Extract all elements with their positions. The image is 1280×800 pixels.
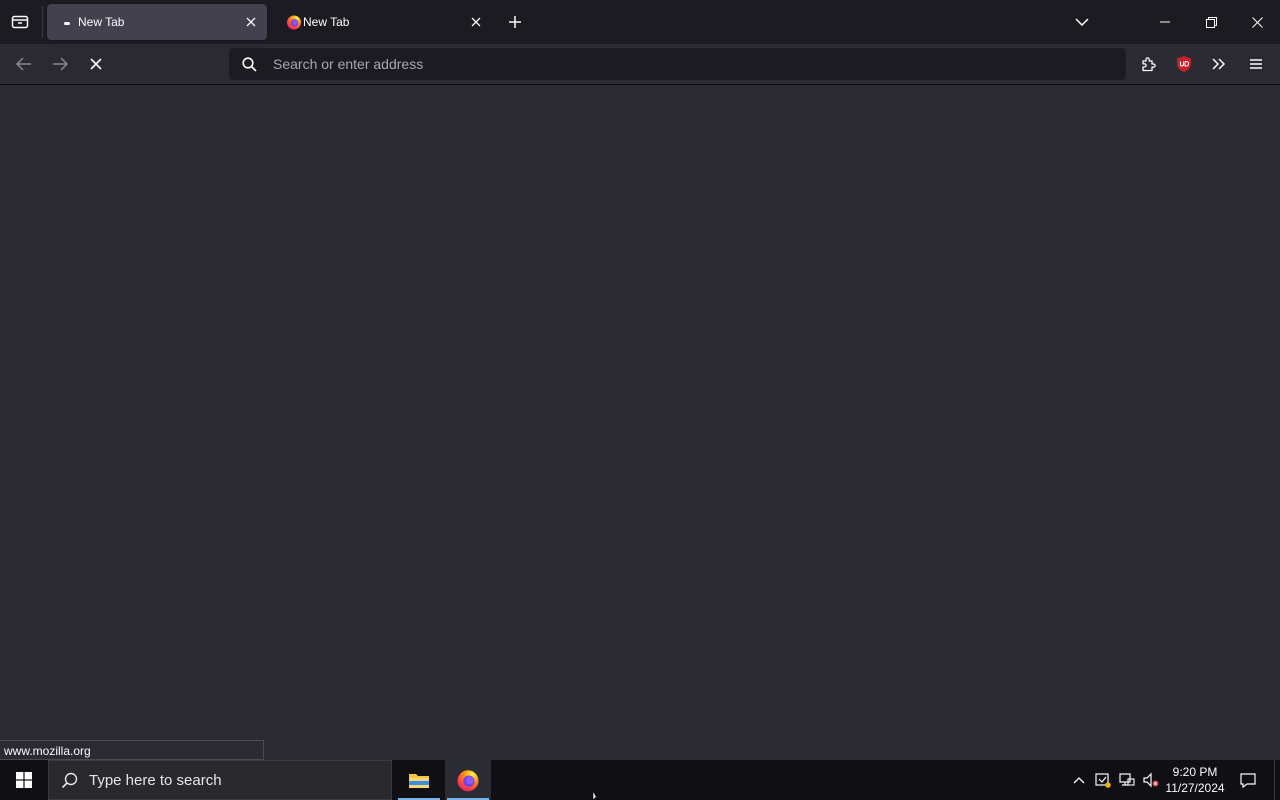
tab-label: New Tab [303,15,350,29]
restore-button[interactable] [1188,0,1234,44]
taskbar-search-box[interactable]: Type here to search [48,760,392,800]
chevron-down-icon [1075,18,1089,26]
forward-arrow-icon [53,57,68,71]
show-desktop-button[interactable] [1274,760,1280,800]
stop-icon [90,58,102,70]
folder-icon [409,774,429,788]
new-tab-button[interactable] [502,10,528,34]
close-icon [1251,16,1263,28]
minimize-button[interactable] [1142,0,1188,44]
close-window-button[interactable] [1234,0,1280,44]
puzzle-icon [1142,57,1156,72]
chevron-double-right-icon [1212,58,1226,70]
shield-warning-icon [1095,773,1111,788]
search-icon [61,772,78,789]
close-icon [471,17,481,27]
tab-new-tab-active[interactable]: New Tab [47,4,267,40]
volume-muted-icon [1143,772,1159,788]
taskbar-firefox[interactable] [445,760,491,800]
ublock-origin-icon [1177,56,1191,72]
tab-strip: New Tab New Tab [0,0,1280,44]
tray-network-icon-button[interactable] [1116,760,1138,800]
stop-button[interactable] [82,50,110,78]
start-button[interactable] [0,760,48,800]
forward-button[interactable] [46,50,74,78]
taskbar-search-placeholder: Type here to search [89,772,222,789]
restore-icon [1205,16,1217,28]
firefox-view-icon [11,15,29,29]
list-all-tabs-button[interactable] [1068,10,1096,34]
address-input[interactable] [273,48,1113,80]
plus-icon [509,16,521,28]
tab-strip-separator [42,6,43,38]
firefox-icon [457,770,479,792]
windows-logo-icon [16,772,32,788]
tray-volume-icon-button[interactable] [1140,760,1162,800]
tray-security-icon-button[interactable] [1092,760,1114,800]
clock-date: 11/27/2024 [1165,781,1225,795]
clock-time: 9:20 PM [1172,765,1218,779]
tab-new-tab[interactable]: New Tab [272,4,492,40]
taskbar-clock[interactable]: 9:20 PM 11/27/2024 [1162,764,1228,796]
show-hidden-icons-button[interactable] [1068,760,1090,800]
close-icon [246,17,256,27]
app-menu-button[interactable] [1242,50,1270,78]
address-bar[interactable] [229,48,1126,80]
hamburger-menu-icon [1250,59,1262,69]
firefox-view-button[interactable] [8,11,32,33]
mouse-cursor-icon [592,791,599,800]
tab-close-button[interactable] [466,12,486,32]
extensions-button[interactable] [1135,50,1163,78]
tab-loading-icon [64,22,70,25]
ublock-origin-button[interactable] [1170,50,1198,78]
page-content [0,85,1280,760]
overflow-menu-button[interactable] [1205,50,1233,78]
search-icon [242,57,257,72]
action-center-button[interactable] [1236,760,1260,800]
minimize-icon [1160,21,1170,23]
back-arrow-icon [16,57,31,71]
tab-close-button[interactable] [241,12,261,32]
back-button[interactable] [10,50,38,78]
windows-taskbar: Type here to search 9:20 PM 11/27/2024 [0,760,1280,800]
status-panel: www.mozilla.org [0,740,264,760]
tab-label: New Tab [78,15,125,29]
navigation-toolbar [0,44,1280,85]
network-icon [1119,773,1135,786]
chevron-up-icon [1073,777,1085,784]
notification-icon [1240,773,1256,788]
taskbar-file-explorer[interactable] [396,760,442,800]
firefox-icon [287,15,301,30]
